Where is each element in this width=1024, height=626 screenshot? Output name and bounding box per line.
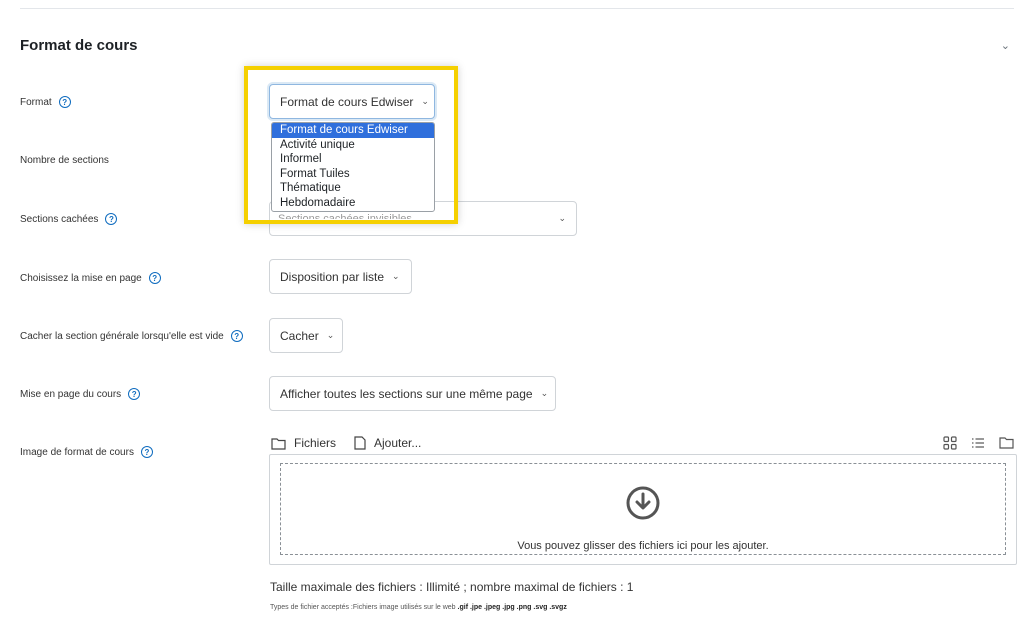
sections-cachees-label-row: Sections cachées ? <box>20 213 118 225</box>
chevron-down-icon: ⌄ <box>326 330 335 340</box>
add-file-link[interactable]: Ajouter... <box>374 436 421 450</box>
mise-en-page-value: Disposition par liste <box>280 269 385 284</box>
accepted-types-list: .gif .jpe .jpeg .jpg .png .svg .svgz <box>457 604 567 611</box>
help-icon[interactable]: ? <box>148 272 161 284</box>
files-label[interactable]: Fichiers <box>294 436 336 450</box>
mise-page-cours-select[interactable]: Afficher toutes les sections sur une mêm… <box>269 376 556 411</box>
dropdown-option[interactable]: Hebdomadaire <box>272 196 434 211</box>
chevron-down-icon: ⌄ <box>558 213 566 223</box>
folder-view-icon[interactable] <box>999 436 1014 449</box>
cacher-generale-label: Cacher la section générale lorsqu'elle e… <box>20 330 224 342</box>
sections-cachees-label: Sections cachées <box>20 213 99 225</box>
dropdown-option[interactable]: Informel <box>272 152 434 167</box>
mise-page-cours-label: Mise en page du cours <box>20 388 122 400</box>
help-icon[interactable]: ? <box>140 446 153 458</box>
nombre-sections-label-row: Nombre de sections <box>20 155 109 166</box>
file-icon[interactable] <box>354 436 366 450</box>
cacher-generale-label-row: Cacher la section générale lorsqu'elle e… <box>20 330 243 342</box>
mise-en-page-select[interactable]: Disposition par liste ⌄ <box>269 259 412 294</box>
format-label-row: Format ? <box>20 96 71 108</box>
image-format-label-row: Image de format de cours ? <box>20 446 153 458</box>
image-format-label: Image de format de cours <box>20 446 134 458</box>
folder-icon[interactable] <box>271 437 286 450</box>
mise-page-cours-label-row: Mise en page du cours ? <box>20 388 141 400</box>
filepicker-toolbar: Fichiers Ajouter... <box>271 436 431 450</box>
help-icon[interactable]: ? <box>58 96 71 108</box>
format-dropdown-list[interactable]: Format de cours Edwiser Activité unique … <box>271 122 435 212</box>
section-title: Format de cours <box>20 37 138 54</box>
file-limits-text: Taille maximale des fichiers : Illimité … <box>270 580 634 594</box>
help-icon[interactable]: ? <box>128 388 141 400</box>
accepted-types-text: Types de fichier acceptés :Fichiers imag… <box>270 604 567 611</box>
collapse-chevron-icon[interactable]: ⌄ <box>1001 39 1010 52</box>
mise-page-cours-value: Afficher toutes les sections sur une mêm… <box>280 386 533 401</box>
accepted-types-prefix: Types de fichier acceptés :Fichiers imag… <box>270 604 456 611</box>
format-label: Format <box>20 96 52 108</box>
grid-view-icon[interactable] <box>943 436 957 450</box>
file-drop-zone[interactable]: Vous pouvez glisser des fichiers ici pou… <box>269 454 1017 565</box>
cacher-generale-value: Cacher <box>280 328 319 343</box>
list-view-icon[interactable] <box>971 436 985 450</box>
file-drop-area[interactable]: Vous pouvez glisser des fichiers ici pou… <box>280 463 1006 555</box>
mise-en-page-label: Choisissez la mise en page <box>20 272 142 284</box>
mise-en-page-label-row: Choisissez la mise en page ? <box>20 272 161 284</box>
top-divider <box>20 8 1014 9</box>
dropdown-option[interactable]: Format Tuiles <box>272 167 434 182</box>
dropdown-option[interactable]: Activité unique <box>272 138 434 153</box>
dropdown-option[interactable]: Format de cours Edwiser <box>272 123 434 138</box>
nombre-sections-label: Nombre de sections <box>20 155 109 166</box>
chevron-down-icon: ⌄ <box>540 388 549 398</box>
filepicker-view-toggles <box>943 436 1014 450</box>
dropdown-option[interactable]: Thématique <box>272 181 434 196</box>
help-icon[interactable]: ? <box>105 213 118 225</box>
drop-instructions: Vous pouvez glisser des fichiers ici pou… <box>517 540 769 552</box>
chevron-down-icon: ⌄ <box>392 271 400 281</box>
cacher-generale-select[interactable]: Cacher ⌄ <box>269 318 343 353</box>
download-arrow-icon <box>626 486 660 520</box>
help-icon[interactable]: ? <box>230 330 243 342</box>
